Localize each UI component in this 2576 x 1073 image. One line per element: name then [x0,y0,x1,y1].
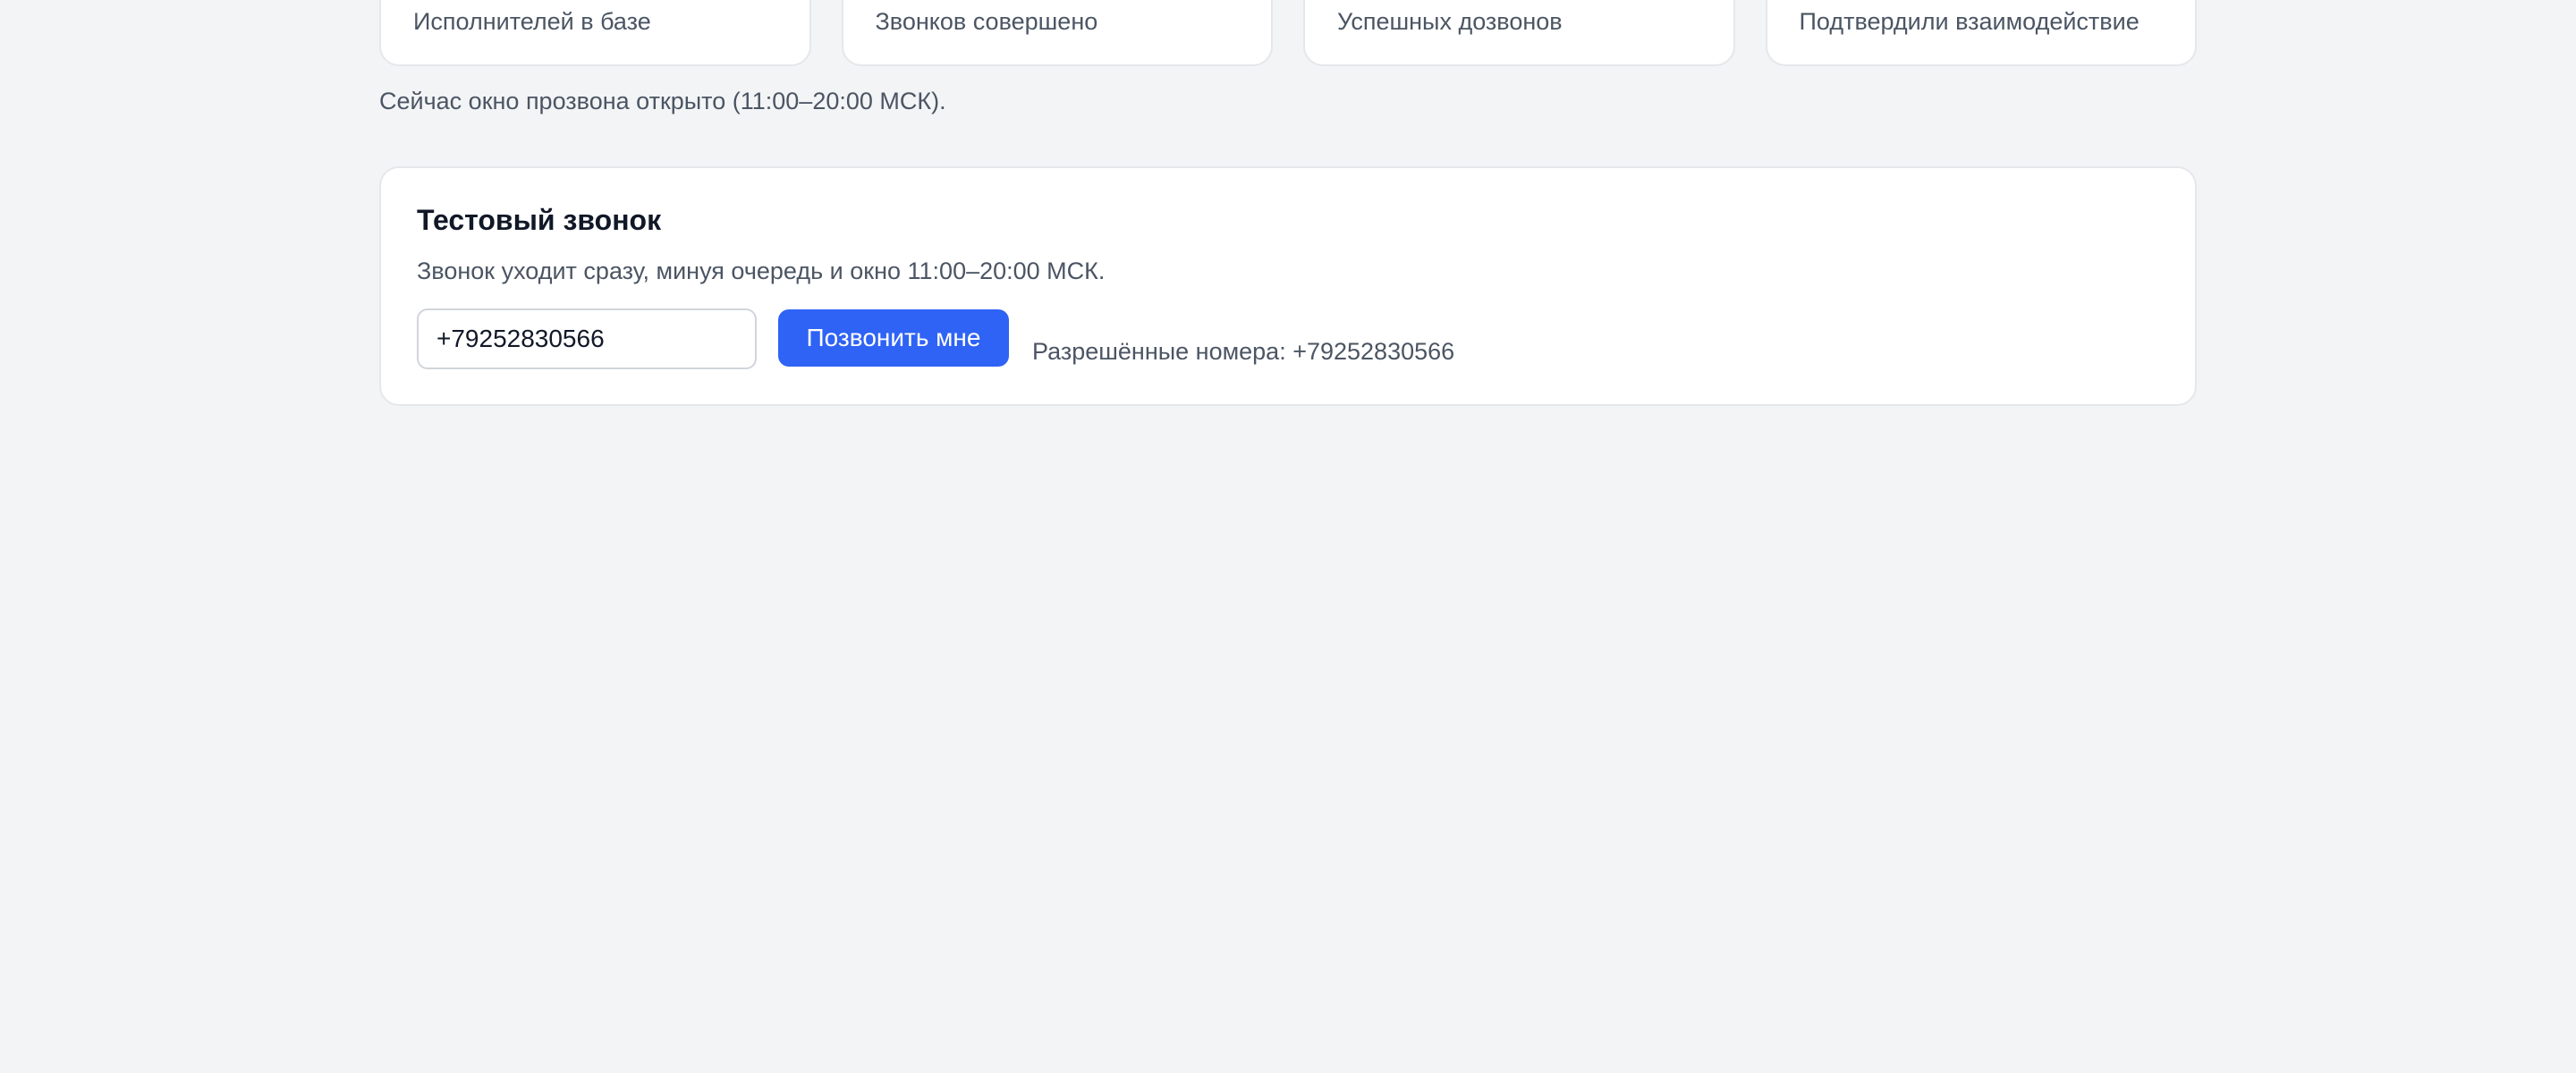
stat-card-successful-calls: Успешных дозвонов [1303,0,1735,66]
test-call-card: Тестовый звонок Звонок уходит сразу, мин… [379,166,2197,406]
test-call-description: Звонок уходит сразу, минуя очередь и окн… [417,258,1106,284]
phone-input[interactable] [417,308,757,369]
stat-label: Успешных дозвонов [1337,8,1563,35]
allowed-numbers-text: Разрешённые номера: +79252830566 [1032,338,1455,365]
stats-row: Исполнителей в базе Звонков совершено Ус… [379,0,2197,66]
stat-card-calls-made: Звонков совершено [841,0,1273,66]
stat-card-confirmed: Подтвердили взаимодействие [1765,0,2197,66]
test-call-title: Тестовый звонок [417,204,662,236]
stat-label: Исполнителей в базе [413,8,651,35]
stat-card-performers: Исполнителей в базе [379,0,811,66]
stat-label: Подтвердили взаимодействие [1799,8,2140,35]
call-me-button[interactable]: Позвонить мне [778,309,1009,367]
call-window-note: Сейчас окно прозвона открыто (11:00–20:0… [379,88,946,114]
page: Исполнителей в базе Звонков совершено Ус… [0,0,2576,1073]
stat-label: Звонков совершено [875,8,1098,35]
